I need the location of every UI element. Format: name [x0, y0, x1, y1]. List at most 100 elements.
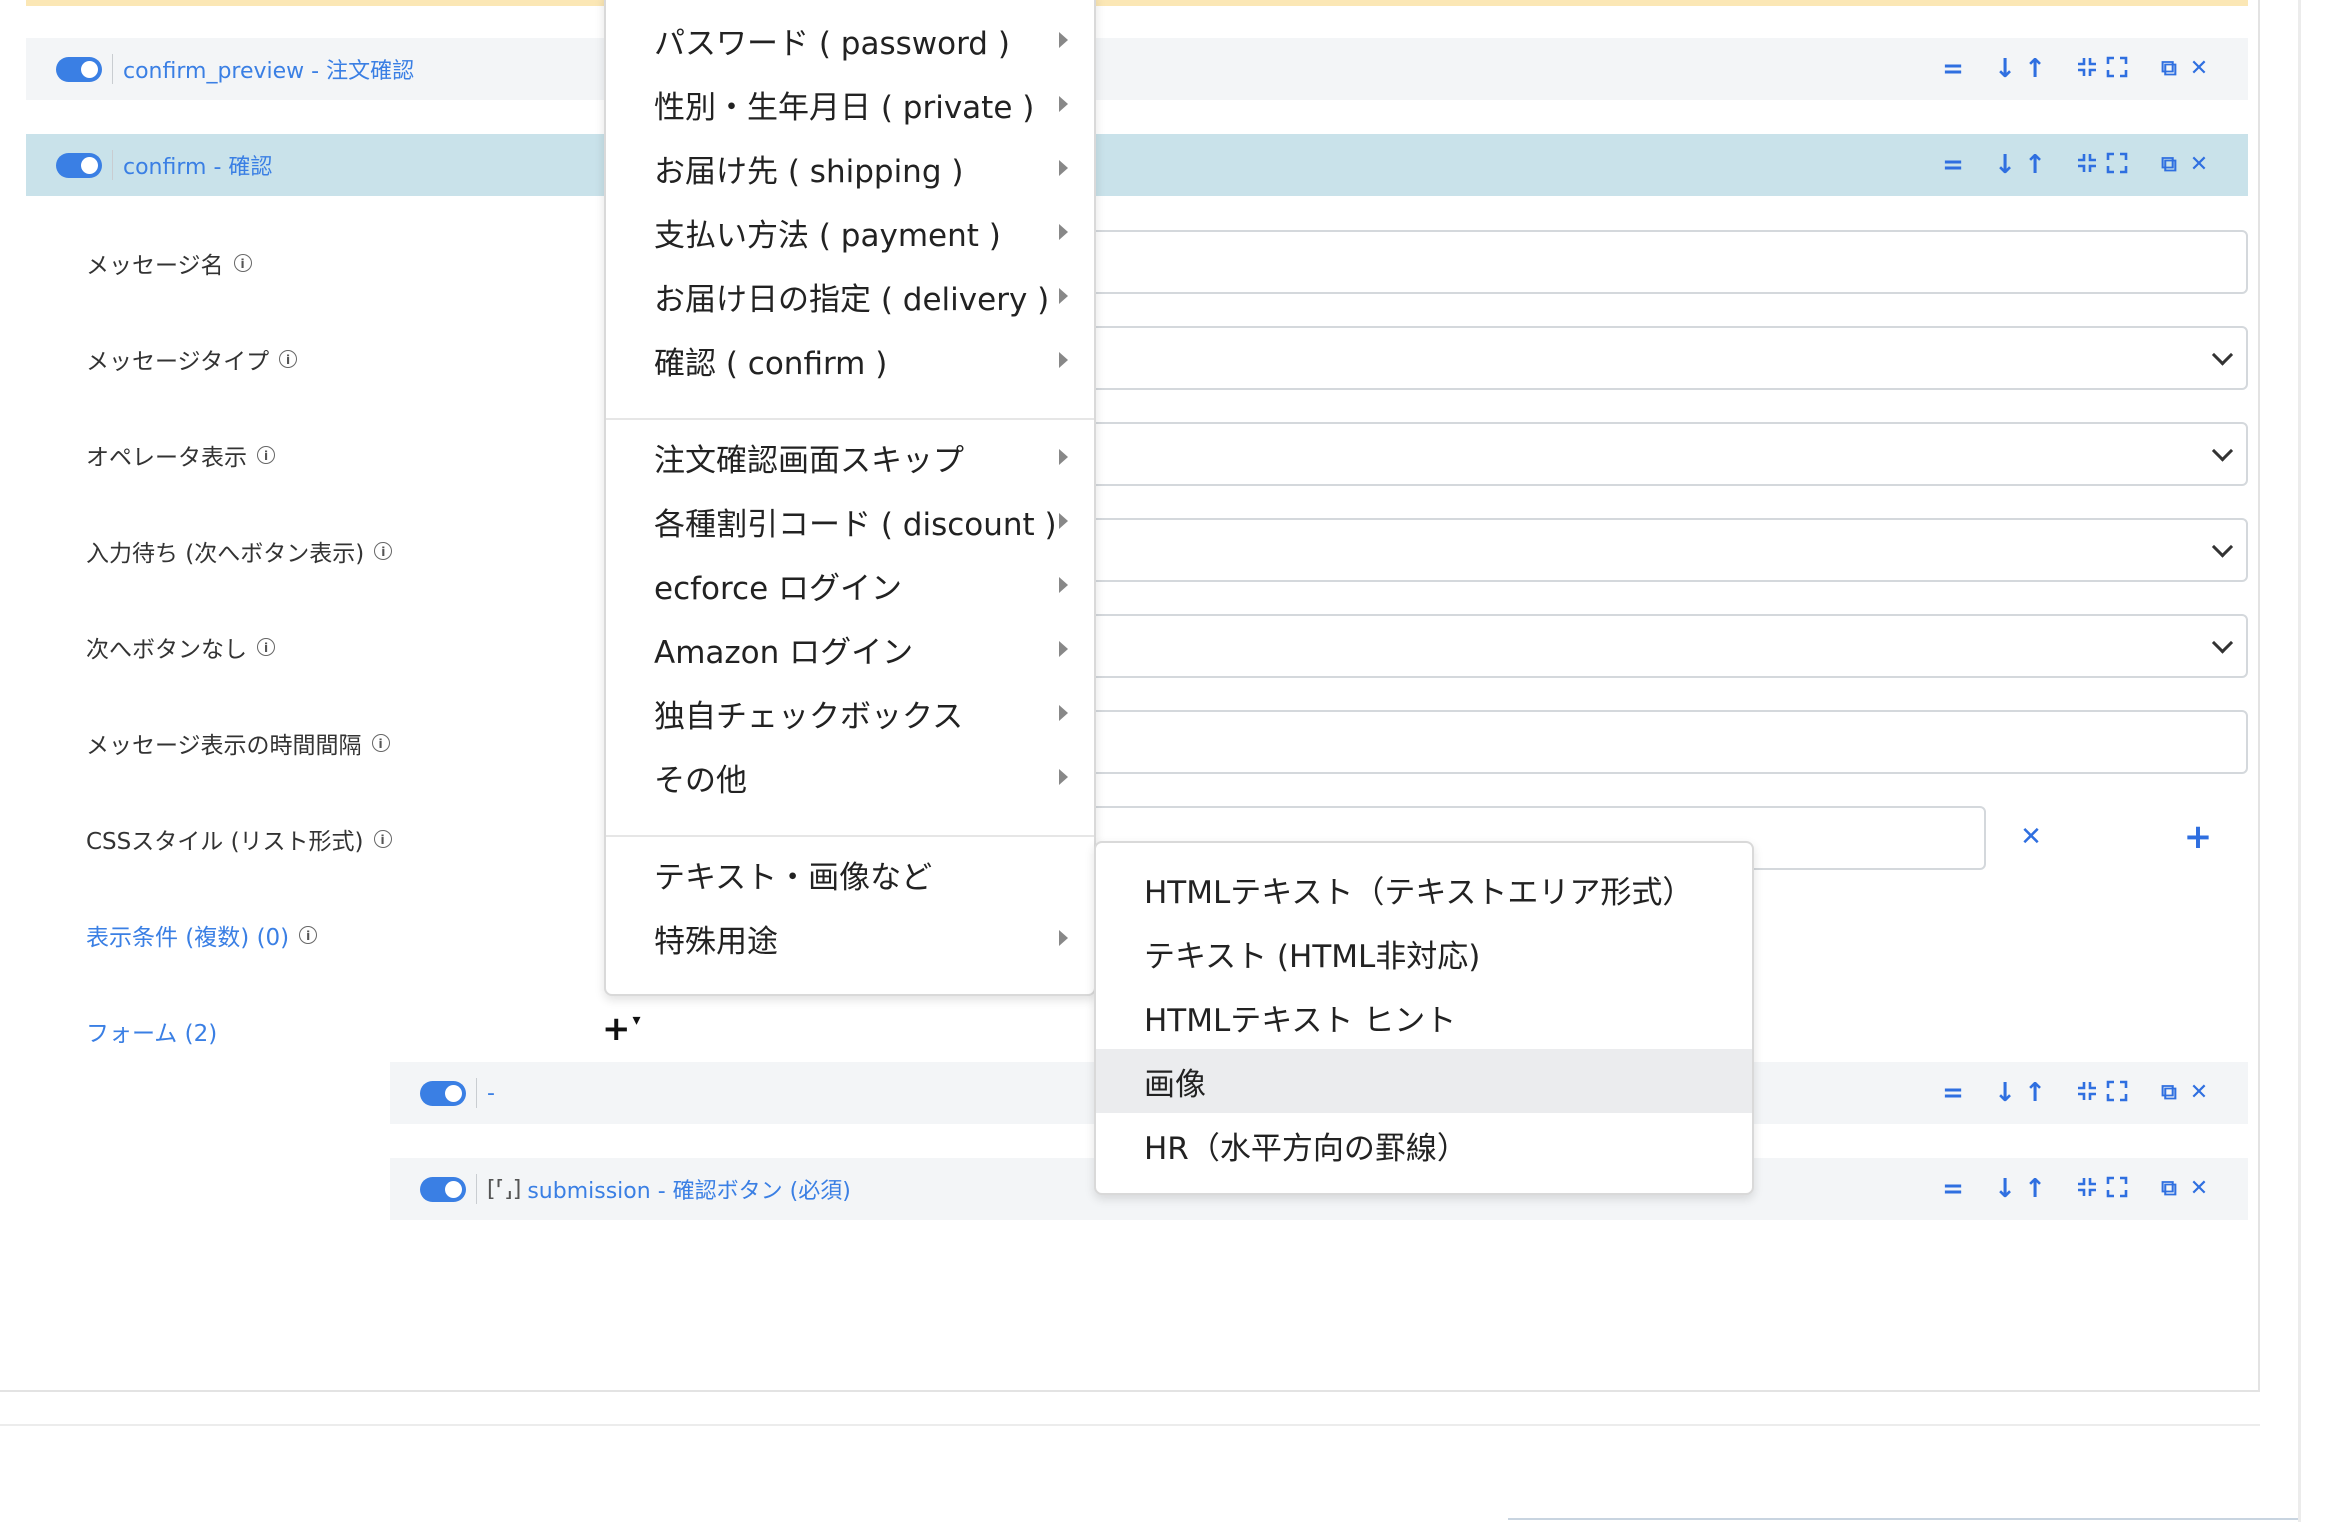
- divider: [476, 1174, 477, 1204]
- display-conditions-link[interactable]: 表示条件 (複数) (0) i: [86, 918, 318, 952]
- move-up-icon[interactable]: ↑: [2020, 1080, 2050, 1106]
- info-icon[interactable]: i: [279, 350, 298, 368]
- collapse-icon[interactable]: [2072, 1080, 2102, 1107]
- panel-border-right: [2258, 0, 2260, 1392]
- wait-input-select[interactable]: [1090, 518, 2248, 582]
- delete-icon[interactable]: ✕: [2184, 58, 2214, 80]
- caret-right-icon: [1059, 224, 1068, 240]
- operator-display-select[interactable]: [1090, 422, 2248, 486]
- menu-item-skip-confirm[interactable]: 注文確認画面スキップ: [606, 425, 1094, 489]
- label-message-interval: メッセージ表示の時間間隔 i: [86, 726, 390, 760]
- menu-item-shipping[interactable]: お届け先 ( shipping ): [606, 136, 1094, 200]
- menu-item-confirm[interactable]: 確認 ( confirm ): [606, 328, 1094, 392]
- move-up-icon[interactable]: ↑: [2020, 56, 2050, 82]
- move-down-icon[interactable]: ↓: [1990, 1176, 2020, 1202]
- delete-icon[interactable]: ✕: [2184, 1178, 2214, 1200]
- no-next-button-select[interactable]: [1090, 614, 2248, 678]
- caret-right-icon: [1059, 930, 1068, 946]
- label-operator-display: オペレータ表示 i: [86, 438, 275, 472]
- panel-border-bottom: [0, 1390, 2260, 1392]
- menu-item-special[interactable]: 特殊用途: [606, 906, 1094, 970]
- info-icon[interactable]: i: [373, 830, 392, 848]
- move-down-icon[interactable]: ↓: [1990, 56, 2020, 82]
- info-icon[interactable]: i: [299, 926, 318, 944]
- duplicate-icon[interactable]: ⧉: [2154, 154, 2184, 176]
- block-controls: = ↓ ↑ ⧉ ✕: [1938, 38, 2214, 100]
- form-title[interactable]: submission - 確認ボタン (必須): [527, 1173, 850, 1205]
- drag-handle-icon[interactable]: =: [1938, 152, 1968, 178]
- menu-divider: [606, 835, 1094, 837]
- menu-item-custom-checkbox[interactable]: 独自チェックボックス: [606, 681, 1094, 745]
- enable-toggle[interactable]: [56, 152, 102, 178]
- message-name-input[interactable]: [1090, 230, 2248, 294]
- info-icon[interactable]: i: [257, 638, 275, 656]
- block-row-confirm-preview[interactable]: confirm_preview - 注文確認 = ↓ ↑ ⧉ ✕: [26, 38, 2248, 100]
- css-remove-icon[interactable]: ✕: [2016, 824, 2046, 850]
- forms-link[interactable]: フォーム (2): [86, 1014, 217, 1048]
- add-form-dropdown-button[interactable]: + ▾: [602, 1012, 641, 1047]
- menu-divider: [606, 418, 1094, 420]
- submenu-item-image[interactable]: 画像: [1096, 1049, 1752, 1113]
- menu-item-password[interactable]: パスワード ( password ): [606, 8, 1094, 72]
- enable-toggle[interactable]: [420, 1176, 466, 1202]
- scroll-gutter: [2298, 0, 2301, 1522]
- expand-icon[interactable]: [2102, 1176, 2132, 1203]
- divider: [476, 1078, 477, 1108]
- info-icon[interactable]: i: [374, 542, 393, 560]
- collapse-icon[interactable]: [2072, 56, 2102, 83]
- block-title[interactable]: confirm_preview - 注文確認: [123, 53, 414, 85]
- caret-right-icon: [1059, 577, 1068, 593]
- menu-item-discount[interactable]: 各種割引コード ( discount ): [606, 489, 1094, 553]
- menu-item-delivery[interactable]: お届け日の指定 ( delivery ): [606, 264, 1094, 328]
- menu-item-amazon-login[interactable]: Amazon ログイン: [606, 617, 1094, 681]
- submenu-item-html-textarea[interactable]: HTMLテキスト（テキストエリア形式）: [1096, 857, 1752, 921]
- menu-item-text-image[interactable]: テキスト・画像など: [606, 842, 1094, 906]
- expand-icon[interactable]: [2102, 56, 2132, 83]
- label-no-next-button: 次へボタンなし i: [86, 630, 275, 664]
- label-css-style: CSSスタイル (リスト形式) i: [86, 822, 392, 856]
- delete-icon[interactable]: ✕: [2184, 154, 2214, 176]
- menu-item-payment[interactable]: 支払い方法 ( payment ): [606, 200, 1094, 264]
- move-down-icon[interactable]: ↓: [1990, 152, 2020, 178]
- info-icon[interactable]: i: [233, 254, 252, 272]
- enable-toggle[interactable]: [56, 56, 102, 82]
- enable-toggle[interactable]: [420, 1080, 466, 1106]
- move-up-icon[interactable]: ↑: [2020, 1176, 2050, 1202]
- message-type-select[interactable]: [1090, 326, 2248, 390]
- message-interval-input[interactable]: [1090, 710, 2248, 774]
- drag-handle-icon[interactable]: =: [1938, 1176, 1968, 1202]
- expand-icon[interactable]: [2102, 152, 2132, 179]
- move-up-icon[interactable]: ↑: [2020, 152, 2050, 178]
- menu-item-ecforce-login[interactable]: ecforce ログイン: [606, 553, 1094, 617]
- drag-handle-icon[interactable]: =: [1938, 56, 1968, 82]
- caret-right-icon: [1059, 32, 1068, 48]
- bottom-accent-line: [1508, 1518, 2298, 1520]
- warning-strip: [26, 0, 2248, 6]
- menu-item-other[interactable]: その他: [606, 745, 1094, 809]
- move-down-icon[interactable]: ↓: [1990, 1080, 2020, 1106]
- caret-right-icon: [1059, 288, 1068, 304]
- submenu-item-plain-text[interactable]: テキスト (HTML非対応): [1096, 921, 1752, 985]
- caret-right-icon: [1059, 705, 1068, 721]
- info-icon[interactable]: i: [257, 446, 275, 464]
- menu-item-private[interactable]: 性別・生年月日 ( private ): [606, 72, 1094, 136]
- chevron-down-icon: [2211, 632, 2234, 654]
- label-wait-input: 入力待ち (次へボタン表示) i: [86, 534, 393, 568]
- form-title[interactable]: -: [487, 1081, 495, 1106]
- submenu-item-html-hint[interactable]: HTMLテキスト ヒント: [1096, 985, 1752, 1049]
- block-row-confirm[interactable]: confirm - 確認 = ↓ ↑ ⧉ ✕: [26, 134, 2248, 196]
- submenu-item-hr[interactable]: HR（水平方向の罫線）: [1096, 1113, 1752, 1177]
- duplicate-icon[interactable]: ⧉: [2154, 1082, 2184, 1104]
- info-icon[interactable]: i: [371, 734, 390, 752]
- delete-icon[interactable]: ✕: [2184, 1082, 2214, 1104]
- css-add-icon[interactable]: +: [2183, 820, 2213, 854]
- collapse-icon[interactable]: [2072, 152, 2102, 179]
- duplicate-icon[interactable]: ⧉: [2154, 58, 2184, 80]
- caret-right-icon: [1059, 160, 1068, 176]
- drag-handle-icon[interactable]: =: [1938, 1080, 1968, 1106]
- expand-icon[interactable]: [2102, 1080, 2132, 1107]
- collapse-icon[interactable]: [2072, 1176, 2102, 1203]
- block-title[interactable]: confirm - 確認: [123, 149, 272, 181]
- duplicate-icon[interactable]: ⧉: [2154, 1178, 2184, 1200]
- chevron-down-icon: [2211, 536, 2234, 558]
